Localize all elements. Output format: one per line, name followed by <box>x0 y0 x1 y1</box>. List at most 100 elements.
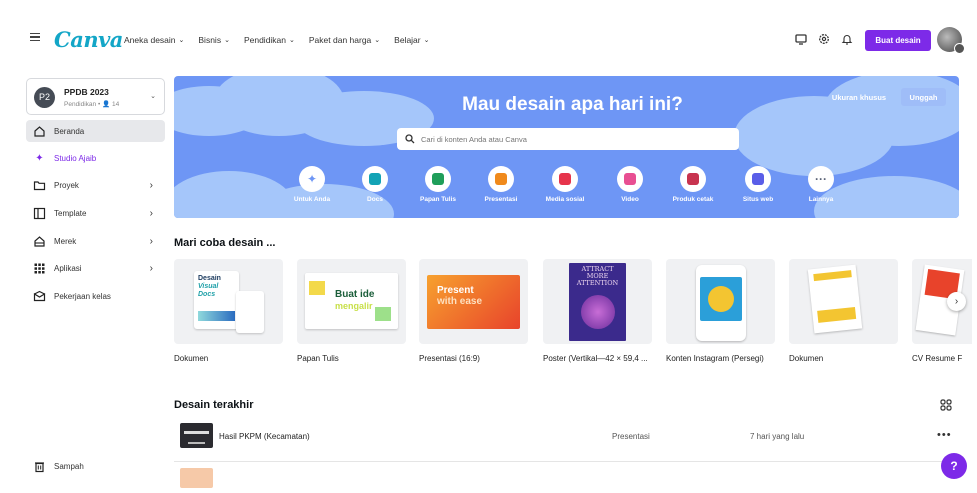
template-label: Poster (Vertikal—42 × 59,4 ... <box>543 354 648 363</box>
template-label: CV Resume F <box>912 354 963 363</box>
chevron-down-icon: ⌄ <box>224 37 230 44</box>
gear-icon[interactable] <box>818 33 830 45</box>
custom-size-button[interactable]: Ukuran khusus <box>824 88 894 106</box>
home-icon <box>34 125 45 137</box>
presentation-slide: Present with ease <box>427 275 520 329</box>
template-card-instagram[interactable]: Konten Instagram (Persegi) <box>666 259 775 363</box>
canva-logo[interactable]: Canva <box>54 27 123 52</box>
chevron-down-icon: ⌄ <box>423 37 430 44</box>
heart-icon <box>552 166 578 192</box>
class-icon <box>33 290 46 301</box>
phone-mockup <box>696 265 746 341</box>
sidebar: P2 PPDB 2023 Pendidikan • 👤 14 ⌄ Beranda… <box>22 74 170 489</box>
table-row[interactable]: Hasil PKPM (Kecamatan) Presentasi 7 hari… <box>174 423 959 453</box>
category-docs[interactable]: Docs <box>345 166 405 203</box>
bell-icon[interactable] <box>841 33 853 45</box>
more-options-icon[interactable]: ••• <box>937 429 952 441</box>
sidebar-item-label: Studio Ajaib <box>54 153 97 163</box>
chevron-right-icon: › <box>149 179 153 191</box>
sidebar-item-aplikasi[interactable]: Aplikasi › <box>26 257 165 279</box>
template-card-poster[interactable]: ATTRACT MORE ATTENTION Poster (Vertikal—… <box>543 259 652 363</box>
category-produk-cetak[interactable]: Produk cetak <box>663 166 723 203</box>
menu-icon[interactable] <box>30 33 40 42</box>
template-card-papan-tulis[interactable]: Buat ide mengalir Papan Tulis <box>297 259 406 363</box>
category-papan-tulis[interactable]: Papan Tulis <box>408 166 468 203</box>
template-thumbnail: Buat ide mengalir <box>297 259 406 344</box>
team-subtitle: Pendidikan • 👤 14 <box>64 101 120 108</box>
chevron-down-icon: ⌄ <box>374 37 381 44</box>
instagram-post <box>700 277 742 321</box>
chevron-right-icon: › <box>149 262 153 274</box>
template-thumbnail <box>789 259 898 344</box>
category-untuk-anda[interactable]: ✦ Untuk Anda <box>282 166 342 203</box>
nav-belajar[interactable]: Belajar ⌄ <box>394 35 429 45</box>
team-switcher[interactable]: P2 PPDB 2023 Pendidikan • 👤 14 ⌄ <box>26 78 165 115</box>
search-bar[interactable] <box>397 128 739 150</box>
sidebar-item-template[interactable]: Template › <box>26 202 165 224</box>
carousel-next-button[interactable]: › <box>947 292 966 311</box>
grid-view-icon[interactable] <box>940 399 952 411</box>
category-lainnya[interactable]: ··· Lainnya <box>791 166 851 203</box>
category-presentasi[interactable]: Presentasi <box>471 166 531 203</box>
sidebar-item-sampah[interactable]: Sampah <box>26 455 165 477</box>
sidebar-item-merek[interactable]: Merek › <box>26 230 165 252</box>
chevron-down-icon: ⌄ <box>289 37 295 44</box>
design-type: Presentasi <box>612 432 650 441</box>
slide-thumb-text: Present <box>437 285 474 296</box>
category-situs-web[interactable]: Situs web <box>728 166 788 203</box>
design-thumbnail <box>180 423 213 448</box>
help-button[interactable]: ? <box>941 453 967 479</box>
search-input[interactable] <box>421 134 721 144</box>
doc-thumb-text: Visual Docs <box>198 283 219 298</box>
category-label: Untuk Anda <box>293 196 331 203</box>
design-thumbnail[interactable] <box>180 468 213 488</box>
sticky-note <box>309 281 325 295</box>
video-icon <box>617 166 643 192</box>
template-icon <box>33 207 46 219</box>
presentation-icon <box>488 166 514 192</box>
doc-footer-bar <box>817 306 857 323</box>
design-name[interactable]: Hasil PKPM (Kecamatan) <box>219 432 310 441</box>
category-video[interactable]: Video <box>600 166 660 203</box>
category-label: Presentasi <box>484 196 518 203</box>
create-design-button[interactable]: Buat desain <box>865 30 931 51</box>
thumb-line <box>188 442 205 444</box>
template-card-presentasi[interactable]: Present with ease Presentasi (16:9) <box>419 259 528 363</box>
template-thumbnail <box>666 259 775 344</box>
template-label: Konten Instagram (Persegi) <box>666 354 764 363</box>
category-media-sosial[interactable]: Media sosial <box>535 166 595 203</box>
sidebar-item-beranda[interactable]: Beranda <box>26 120 165 142</box>
instagram-post-circle <box>708 286 734 312</box>
nav-paket-dan-harga[interactable]: Paket dan harga ⌄ <box>309 35 380 45</box>
nav-pendidikan[interactable]: Pendidikan ⌄ <box>244 35 295 45</box>
template-card-cv[interactable]: CV Resume F <box>912 259 972 363</box>
more-icon: ··· <box>808 166 834 192</box>
nav-aneka-desain[interactable]: Aneka desain ⌄ <box>124 35 184 45</box>
docs-icon <box>362 166 388 192</box>
top-nav: Aneka desain ⌄ Bisnis ⌄ Pendidikan ⌄ Paket … <box>124 35 444 45</box>
category-label: Docs <box>367 196 383 203</box>
apps-icon <box>34 263 45 273</box>
doc-sheet <box>807 264 863 334</box>
nav-bisnis[interactable]: Bisnis ⌄ <box>198 35 230 45</box>
monitor-icon[interactable] <box>795 33 807 45</box>
brand-icon <box>34 235 45 247</box>
thumb-line <box>184 431 209 434</box>
upload-button[interactable]: Unggah <box>901 88 946 106</box>
template-thumbnail: ATTRACT MORE ATTENTION <box>543 259 652 344</box>
chevron-down-icon: ⌄ <box>150 93 156 100</box>
sidebar-item-studio-ajaib[interactable]: ✦ Studio Ajaib <box>26 147 165 169</box>
sidebar-item-pekerjaan-kelas[interactable]: Pekerjaan kelas <box>26 285 165 307</box>
doc-chart <box>198 311 235 321</box>
hero-banner: Mau desain apa hari ini? Ukuran khusus U… <box>174 76 959 218</box>
sidebar-item-label: Beranda <box>54 126 85 136</box>
template-card-dokumen-2[interactable]: Dokumen <box>789 259 898 363</box>
doc-header-bar <box>813 270 852 282</box>
category-label: Media sosial <box>545 196 585 203</box>
poster-thumb-text: ATTRACT MORE ATTENTION <box>576 265 619 287</box>
avatar[interactable] <box>937 27 965 54</box>
template-card-dokumen[interactable]: Desain Visual Docs Dokumen <box>174 259 283 363</box>
search-icon <box>405 134 415 144</box>
design-time: 7 hari yang lalu <box>750 432 805 441</box>
sidebar-item-proyek[interactable]: Proyek › <box>26 174 165 196</box>
